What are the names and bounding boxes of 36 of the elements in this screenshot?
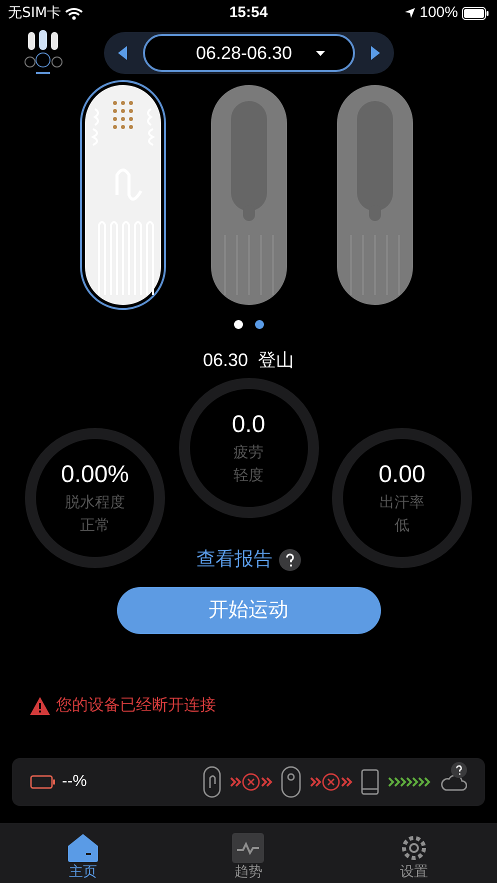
help-icon[interactable]: [451, 762, 467, 778]
battery-icon: [462, 6, 489, 20]
session-date: 06.30: [202, 349, 248, 372]
battery-percent: 100%: [420, 2, 458, 23]
previous-arrow-icon[interactable]: [118, 46, 128, 60]
activity-name: 登山: [258, 349, 294, 372]
metric-level: 低: [394, 517, 410, 536]
metric-value: 0.00: [378, 460, 426, 490]
patch-device-icon: [203, 766, 221, 798]
hub-device-icon: [281, 766, 301, 798]
pulse-chart-icon: [232, 833, 264, 863]
status-time: 15:54: [229, 2, 268, 23]
battery-reading: --%: [62, 772, 87, 792]
tab-bar-item[interactable]: 趋势: [208, 833, 288, 880]
warning-icon: [30, 696, 50, 714]
carrier-text: 无SIM卡: [8, 4, 62, 22]
disconnection-warning-text: 您的设备已经断开连接: [56, 696, 216, 716]
help-icon[interactable]: [278, 549, 300, 572]
metric-label: 疲劳: [234, 444, 264, 463]
date-range-selector[interactable]: 06.28-06.30: [142, 34, 354, 72]
metric-value: 0.00%: [60, 460, 130, 490]
tab-bar-item[interactable]: 主页: [42, 833, 123, 880]
low-battery-icon: [30, 774, 56, 788]
metric-label: 出汗率: [380, 494, 424, 513]
tab-bar-item[interactable]: 设置: [374, 833, 454, 880]
metric-value: 0.0: [232, 410, 266, 440]
view-report-link[interactable]: 查看报告: [196, 546, 272, 574]
metric-label: 脱水程度: [65, 494, 125, 513]
phone-icon: [361, 768, 379, 794]
metric-level: 轻度: [234, 467, 264, 486]
wifi-icon: [65, 6, 84, 20]
next-arrow-icon[interactable]: [370, 46, 380, 60]
dropdown-caret-icon: [316, 50, 326, 56]
metric-level: 正常: [80, 517, 110, 536]
location-arrow-icon: [404, 7, 416, 19]
home-icon: [66, 833, 99, 863]
